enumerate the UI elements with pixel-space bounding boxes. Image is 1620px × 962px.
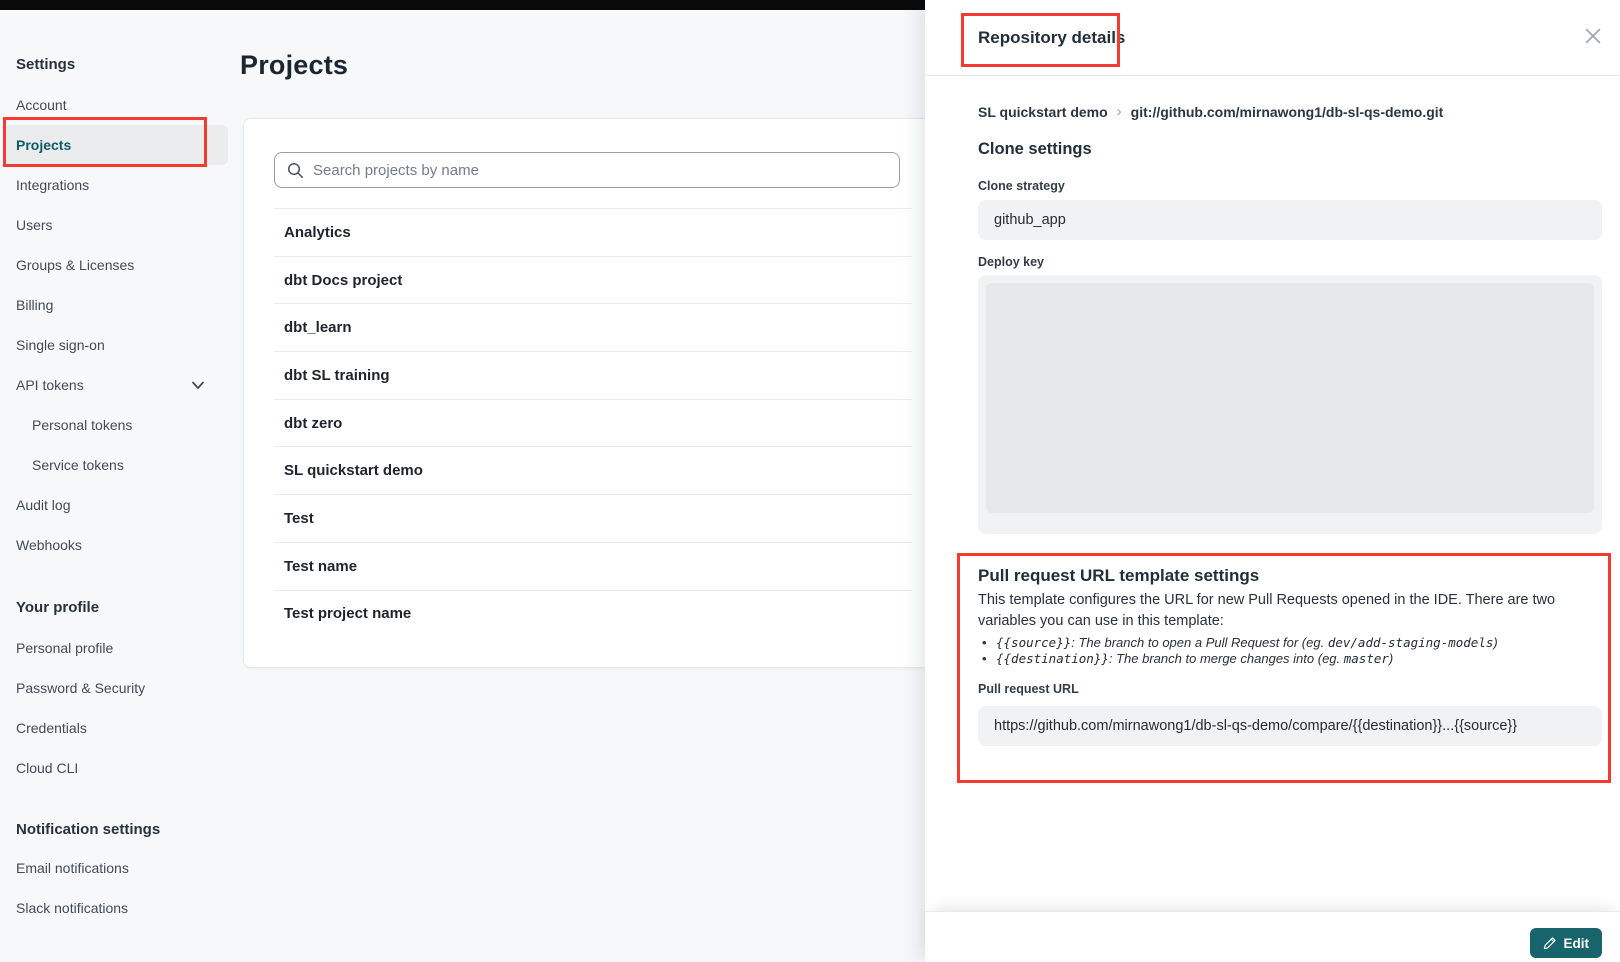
clone-strategy-label: Clone strategy	[978, 179, 1602, 195]
sidebar-item-credentials[interactable]: Credentials	[0, 708, 243, 748]
sidebar-item-personal-tokens[interactable]: Personal tokens	[0, 405, 243, 445]
sidebar-item-single-sign-on[interactable]: Single sign-on	[0, 325, 243, 365]
project-row[interactable]: dbt_learn	[274, 303, 912, 351]
pr-variable-destination: {{destination}}: The branch to merge cha…	[978, 651, 1602, 667]
chevron-down-icon	[191, 379, 205, 391]
pr-template-heading: Pull request URL template settings	[978, 566, 1602, 588]
sidebar-item-personal-profile[interactable]: Personal profile	[0, 628, 243, 668]
pr-variable-source: {{source}}: The branch to open a Pull Re…	[978, 635, 1602, 651]
sidebar-spacer	[0, 565, 243, 598]
project-row[interactable]: dbt SL training	[274, 351, 912, 399]
edit-button[interactable]: Edit	[1530, 928, 1603, 958]
deploy-key-label: Deploy key	[978, 255, 1602, 271]
project-search[interactable]	[274, 152, 900, 188]
pull-request-url-label: Pull request URL	[978, 682, 1602, 698]
sidebar-item-billing[interactable]: Billing	[0, 285, 243, 325]
edit-button-label: Edit	[1564, 936, 1590, 951]
panel-header: Repository details	[925, 0, 1620, 76]
top-black-bar	[0, 0, 925, 10]
search-input[interactable]	[313, 162, 887, 179]
clone-settings-heading: Clone settings	[978, 140, 1602, 163]
deploy-key-field	[978, 275, 1602, 534]
sidebar-item-email-notifications[interactable]: Email notifications	[0, 848, 243, 888]
project-row[interactable]: Test	[274, 494, 912, 542]
page-title: Projects	[240, 50, 348, 81]
sidebar-spacer	[0, 788, 243, 820]
panel-body: SL quickstart demo › git://github.com/mi…	[925, 102, 1620, 746]
breadcrumb-project[interactable]: SL quickstart demo	[978, 104, 1108, 120]
settings-sidebar: Settings Account Projects Integrations U…	[0, 10, 243, 928]
sidebar-item-slack-notifications[interactable]: Slack notifications	[0, 888, 243, 928]
project-row[interactable]: dbt zero	[274, 399, 912, 447]
search-icon	[287, 162, 304, 179]
close-icon[interactable]	[1583, 24, 1607, 48]
project-row[interactable]: dbt Docs project	[274, 256, 912, 304]
breadcrumb-repo-url: git://github.com/mirnawong1/db-sl-qs-dem…	[1131, 104, 1444, 120]
project-list: Analytics dbt Docs project dbt_learn dbt…	[274, 208, 912, 637]
sidebar-item-service-tokens[interactable]: Service tokens	[0, 445, 243, 485]
project-row[interactable]: Test name	[274, 542, 912, 590]
sidebar-item-projects[interactable]: Projects	[5, 125, 228, 165]
sidebar-item-api-tokens[interactable]: API tokens	[0, 365, 243, 405]
pr-variable-list: {{source}}: The branch to open a Pull Re…	[978, 635, 1602, 667]
sidebar-item-audit-log[interactable]: Audit log	[0, 485, 243, 525]
sidebar-heading-your-profile: Your profile	[0, 598, 243, 618]
pr-template-description: This template configures the URL for new…	[978, 590, 1578, 632]
sidebar-item-cloud-cli[interactable]: Cloud CLI	[0, 748, 243, 788]
sidebar-item-integrations[interactable]: Integrations	[0, 165, 243, 205]
pull-request-url-value: https://github.com/mirnawong1/db-sl-qs-d…	[978, 706, 1602, 746]
sidebar-item-groups-licenses[interactable]: Groups & Licenses	[0, 245, 243, 285]
deploy-key-textarea[interactable]	[986, 283, 1594, 513]
pencil-icon	[1543, 936, 1557, 950]
breadcrumb-chevron-icon: ›	[1117, 103, 1122, 120]
clone-strategy-value: github_app	[978, 200, 1602, 240]
sidebar-item-password-security[interactable]: Password & Security	[0, 668, 243, 708]
projects-card: Analytics dbt Docs project dbt_learn dbt…	[243, 118, 943, 668]
sidebar-heading-notification-settings: Notification settings	[0, 820, 243, 840]
sidebar-item-webhooks[interactable]: Webhooks	[0, 525, 243, 565]
breadcrumb: SL quickstart demo › git://github.com/mi…	[978, 102, 1602, 122]
panel-footer: Edit	[925, 911, 1620, 962]
sidebar-item-users[interactable]: Users	[0, 205, 243, 245]
project-row[interactable]: Test project name	[274, 590, 912, 638]
panel-title: Repository details	[978, 28, 1125, 48]
sidebar-heading-settings: Settings	[0, 55, 243, 75]
project-row[interactable]: Analytics	[274, 208, 912, 256]
project-row[interactable]: SL quickstart demo	[274, 446, 912, 494]
repository-details-panel: Repository details SL quickstart demo › …	[925, 0, 1620, 962]
sidebar-item-account[interactable]: Account	[0, 85, 243, 125]
